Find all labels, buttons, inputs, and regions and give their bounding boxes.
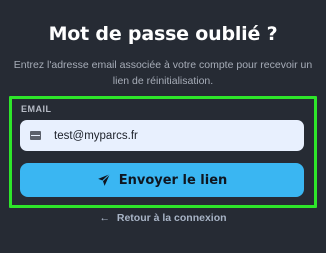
mail-icon: [30, 131, 41, 140]
forgot-password-card: Mot de passe oublié ? Entrez l'adresse e…: [0, 0, 326, 253]
email-field[interactable]: [20, 120, 304, 151]
send-link-button[interactable]: Envoyer le lien: [20, 163, 304, 197]
back-to-login-label: Retour à la connexion: [116, 212, 227, 224]
page-subtitle: Entrez l'adresse email associée à votre …: [13, 59, 313, 87]
arrow-left-icon: ←: [99, 212, 110, 224]
back-to-login-link[interactable]: ← Retour à la connexion: [0, 212, 326, 224]
send-link-label: Envoyer le lien: [118, 172, 228, 188]
send-icon: [97, 173, 110, 186]
page-title: Mot de passe oublié ?: [48, 23, 278, 45]
email-input[interactable]: [54, 129, 294, 142]
email-label: EMAIL: [21, 104, 52, 114]
